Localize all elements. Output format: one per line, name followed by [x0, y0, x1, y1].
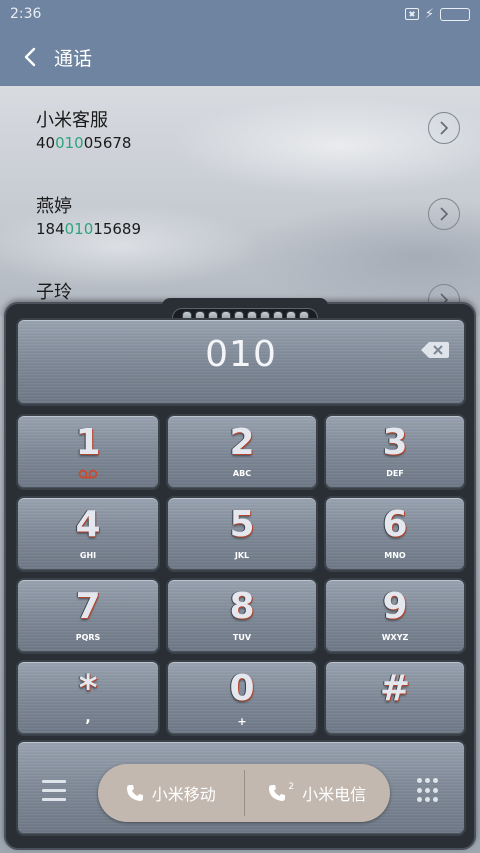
key-letters: TUV: [232, 633, 252, 642]
key-3[interactable]: 3 DEF: [324, 414, 466, 490]
key-9[interactable]: 9 WXYZ: [324, 578, 466, 654]
key-digit: 0: [229, 668, 255, 709]
status-bar: 2:36 ⚡: [0, 0, 480, 28]
chevron-left-icon: [24, 47, 36, 67]
no-sim-icon: [404, 8, 419, 20]
charging-bolt-icon: ⚡: [424, 6, 434, 22]
number-match: 010: [64, 220, 94, 238]
key-7[interactable]: 7 PQRS: [16, 578, 160, 654]
number-display: 010: [16, 318, 466, 406]
call-sim2-button[interactable]: 2 小米电信: [245, 764, 391, 822]
number-prefix: 40: [36, 134, 56, 152]
key-letters: +: [237, 715, 247, 728]
call-sim1-label: 小米移动: [151, 785, 216, 804]
key-digit: 6: [382, 504, 408, 545]
status-icons: ⚡: [404, 6, 470, 22]
key-letters: ,: [85, 710, 91, 726]
number-prefix: 184: [36, 220, 65, 238]
chevron-right-icon: [440, 207, 449, 221]
key-letters: ABC: [232, 469, 252, 478]
key-letters: WXYZ: [381, 633, 409, 642]
call-sim1-button[interactable]: 小米移动: [98, 764, 244, 822]
contact-detail-button[interactable]: [428, 198, 460, 230]
contact-name: 燕婷: [36, 196, 72, 217]
key-digit: 3: [382, 422, 408, 463]
dialed-number: 010: [205, 334, 277, 375]
title-bar: 通话: [0, 28, 480, 86]
dialer-panel: 010 1 2 ABC 3 DEF 4 GHI 5 JKL 6 MNO 7 PQ…: [4, 298, 476, 850]
contact-name: 子玲: [36, 282, 72, 303]
contact-row[interactable]: 小米客服 4001005678: [0, 86, 480, 170]
key-letters: DEF: [386, 469, 404, 478]
back-button[interactable]: [16, 43, 44, 71]
call-button-group: 小米移动 2 小米电信: [98, 764, 390, 822]
key-hash[interactable]: #: [324, 660, 466, 736]
key-digit: #: [379, 668, 411, 709]
call-sim2-label: 小米电信: [302, 785, 367, 804]
key-5[interactable]: 5 JKL: [166, 496, 318, 572]
contact-name: 小米客服: [36, 110, 108, 131]
key-digit: 7: [75, 586, 101, 627]
battery-icon: [440, 7, 470, 21]
key-digit: 5: [229, 504, 255, 545]
contact-list: 小米客服 4001005678 燕婷 18401015689 子玲: [0, 86, 480, 316]
key-2[interactable]: 2 ABC: [166, 414, 318, 490]
page-title: 通话: [54, 47, 93, 70]
key-digit: 8: [229, 586, 255, 627]
contact-row[interactable]: 燕婷 18401015689: [0, 172, 480, 256]
key-0[interactable]: 0 +: [166, 660, 318, 736]
key-letters: MNO: [384, 551, 406, 560]
contact-number: 4001005678: [36, 134, 131, 152]
phone-icon: [126, 785, 143, 801]
backspace-button[interactable]: [420, 340, 450, 360]
key-digit: 9: [382, 586, 408, 627]
key-digit: *: [78, 668, 98, 709]
key-8[interactable]: 8 TUV: [166, 578, 318, 654]
key-digit: 4: [75, 504, 101, 545]
contact-number: 18401015689: [36, 220, 141, 238]
key-letters: GHI: [79, 551, 97, 560]
menu-button[interactable]: [42, 780, 66, 802]
key-digit: 1: [75, 422, 101, 463]
status-time: 2:36: [10, 6, 42, 22]
keypad-toggle-button[interactable]: [416, 778, 438, 804]
key-star[interactable]: * ,: [16, 660, 160, 736]
key-4[interactable]: 4 GHI: [16, 496, 160, 572]
phone-icon: [269, 785, 286, 801]
key-letters: JKL: [234, 551, 250, 560]
chevron-right-icon: [440, 121, 449, 135]
sim-slot-number: 2: [288, 782, 295, 792]
contact-detail-button[interactable]: [428, 112, 460, 144]
key-6[interactable]: 6 MNO: [324, 496, 466, 572]
backspace-icon: [421, 342, 449, 358]
key-letters: PQRS: [75, 633, 101, 642]
voicemail-icon: [78, 469, 98, 479]
number-suffix: 05678: [83, 134, 132, 152]
key-digit: 2: [229, 422, 255, 463]
number-suffix: 15689: [93, 220, 141, 238]
number-match: 010: [55, 134, 84, 152]
dialer-action-bar: 小米移动 2 小米电信: [16, 740, 466, 836]
key-1[interactable]: 1: [16, 414, 160, 490]
